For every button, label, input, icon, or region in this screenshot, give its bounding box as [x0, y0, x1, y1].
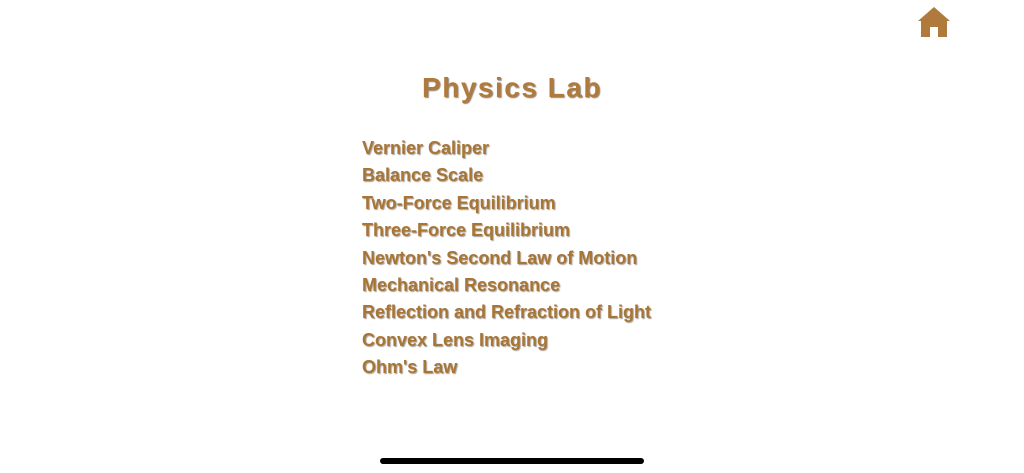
- home-icon: [918, 7, 950, 37]
- experiment-item-two-force-equilibrium[interactable]: Two-Force Equilibrium: [362, 192, 651, 219]
- experiment-item-newtons-second-law[interactable]: Newton's Second Law of Motion: [362, 247, 651, 274]
- experiment-item-vernier-caliper[interactable]: Vernier Caliper: [362, 137, 651, 164]
- experiment-item-ohms-law[interactable]: Ohm's Law: [362, 356, 651, 383]
- experiment-list: Vernier Caliper Balance Scale Two-Force …: [362, 137, 651, 384]
- experiment-item-convex-lens-imaging[interactable]: Convex Lens Imaging: [362, 329, 651, 356]
- page-title: Physics Lab: [422, 72, 602, 103]
- home-indicator-bar[interactable]: [380, 458, 644, 464]
- home-button[interactable]: [917, 6, 951, 38]
- experiment-item-reflection-refraction[interactable]: Reflection and Refraction of Light: [362, 301, 651, 328]
- experiment-item-balance-scale[interactable]: Balance Scale: [362, 164, 651, 191]
- experiment-item-three-force-equilibrium[interactable]: Three-Force Equilibrium: [362, 219, 651, 246]
- experiment-item-mechanical-resonance[interactable]: Mechanical Resonance: [362, 274, 651, 301]
